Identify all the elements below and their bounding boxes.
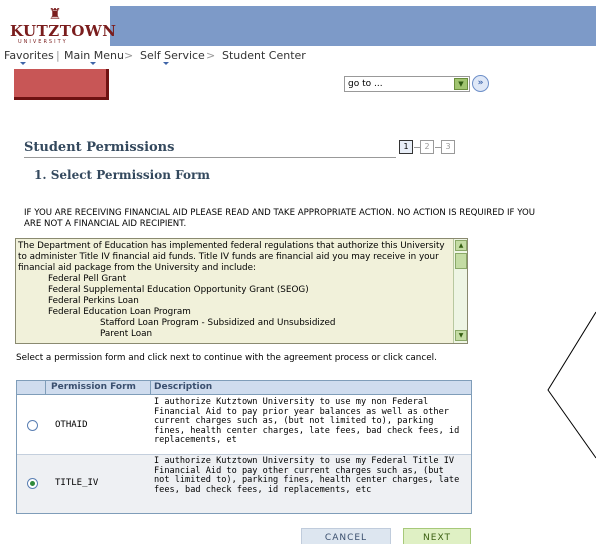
info-item: Federal Supplemental Education Opportuni… — [48, 285, 309, 295]
table-row[interactable]: OTHAID I authorize Kutztown University t… — [17, 396, 471, 454]
tower-icon: ♜ — [48, 5, 62, 23]
header-banner — [110, 6, 596, 46]
goto-select[interactable]: go to ... ▼ — [344, 76, 470, 92]
info-item: Federal Education Loan Program — [48, 307, 191, 317]
next-button[interactable]: NEXT — [403, 528, 471, 544]
scroll-thumb[interactable] — [455, 253, 467, 269]
cancel-button[interactable]: CANCEL — [301, 528, 391, 544]
permission-code: OTHAID — [55, 420, 88, 430]
step-title: 1. Select Permission Form — [34, 168, 211, 182]
othaid-radio[interactable] — [27, 420, 38, 431]
grid-header: Permission Form Description — [17, 381, 471, 395]
university-logo[interactable]: ♜ KUTZTOWN UNIVERSITY — [4, 0, 116, 48]
breadcrumb-separator: > — [206, 49, 216, 62]
financial-aid-notice: IF YOU ARE RECEIVING FINANCIAL AID PLEAS… — [24, 208, 536, 229]
info-intro: The Department of Education has implemen… — [18, 241, 445, 273]
column-divider — [150, 381, 151, 395]
page-title: Student Permissions — [24, 140, 175, 155]
self-service-dropdown-icon — [163, 62, 169, 65]
header: ♜ KUTZTOWN UNIVERSITY — [0, 0, 596, 48]
step-1-indicator: 1 — [399, 140, 413, 154]
table-row[interactable]: TITLE_IV I authorize Kutztown University… — [17, 455, 471, 513]
nav-divider: | — [56, 49, 60, 62]
info-scrollbar[interactable]: ▲ ▼ — [453, 239, 467, 343]
chevron-left-icon — [547, 311, 596, 459]
permission-description: I authorize Kutztown University to use m… — [154, 456, 460, 495]
scroll-down-icon[interactable]: ▼ — [455, 330, 467, 341]
chevron-down-icon[interactable]: ▼ — [454, 78, 468, 90]
redacted-block — [14, 69, 109, 100]
column-header-permission-form: Permission Form — [51, 382, 136, 392]
main-menu-dropdown-icon — [90, 62, 96, 65]
title-iv-radio[interactable] — [27, 478, 38, 489]
breadcrumb-separator: > — [124, 49, 134, 62]
info-text: The Department of Education has implemen… — [18, 241, 450, 340]
permission-form-grid: Permission Form Description OTHAID I aut… — [16, 380, 472, 514]
scroll-up-icon[interactable]: ▲ — [455, 240, 467, 251]
permission-description: I authorize Kutztown University to use m… — [154, 397, 460, 446]
permission-code: TITLE_IV — [55, 478, 99, 488]
column-header-description: Description — [154, 382, 213, 392]
breadcrumb-self-service[interactable]: Self Service — [140, 49, 205, 62]
go-button[interactable]: » — [472, 75, 489, 92]
goto-value: go to ... — [348, 79, 383, 89]
main-menu[interactable]: Main Menu — [64, 49, 124, 62]
info-item: Federal Perkins Loan — [48, 296, 139, 306]
logo-name: KUTZTOWN — [10, 22, 117, 40]
breadcrumb-student-center[interactable]: Student Center — [222, 49, 306, 62]
info-item: Federal Pell Grant — [48, 274, 127, 284]
step-3-indicator: 3 — [441, 140, 455, 154]
title-iv-info-box[interactable]: The Department of Education has implemen… — [15, 238, 468, 344]
favorites-dropdown-icon — [20, 62, 26, 65]
info-subitem: Parent Loan — [100, 329, 153, 339]
logo-subtitle: UNIVERSITY — [18, 39, 68, 45]
step-2-indicator: 2 — [420, 140, 434, 154]
instruction-text: Select a permission form and click next … — [16, 353, 437, 363]
info-subitem: Stafford Loan Program - Subsidized and U… — [100, 318, 336, 328]
column-divider — [45, 381, 46, 395]
favorites-menu[interactable]: Favorites — [4, 49, 54, 62]
breadcrumb: Favorites | Main Menu > Self Service > S… — [0, 48, 596, 66]
title-divider — [24, 157, 396, 158]
